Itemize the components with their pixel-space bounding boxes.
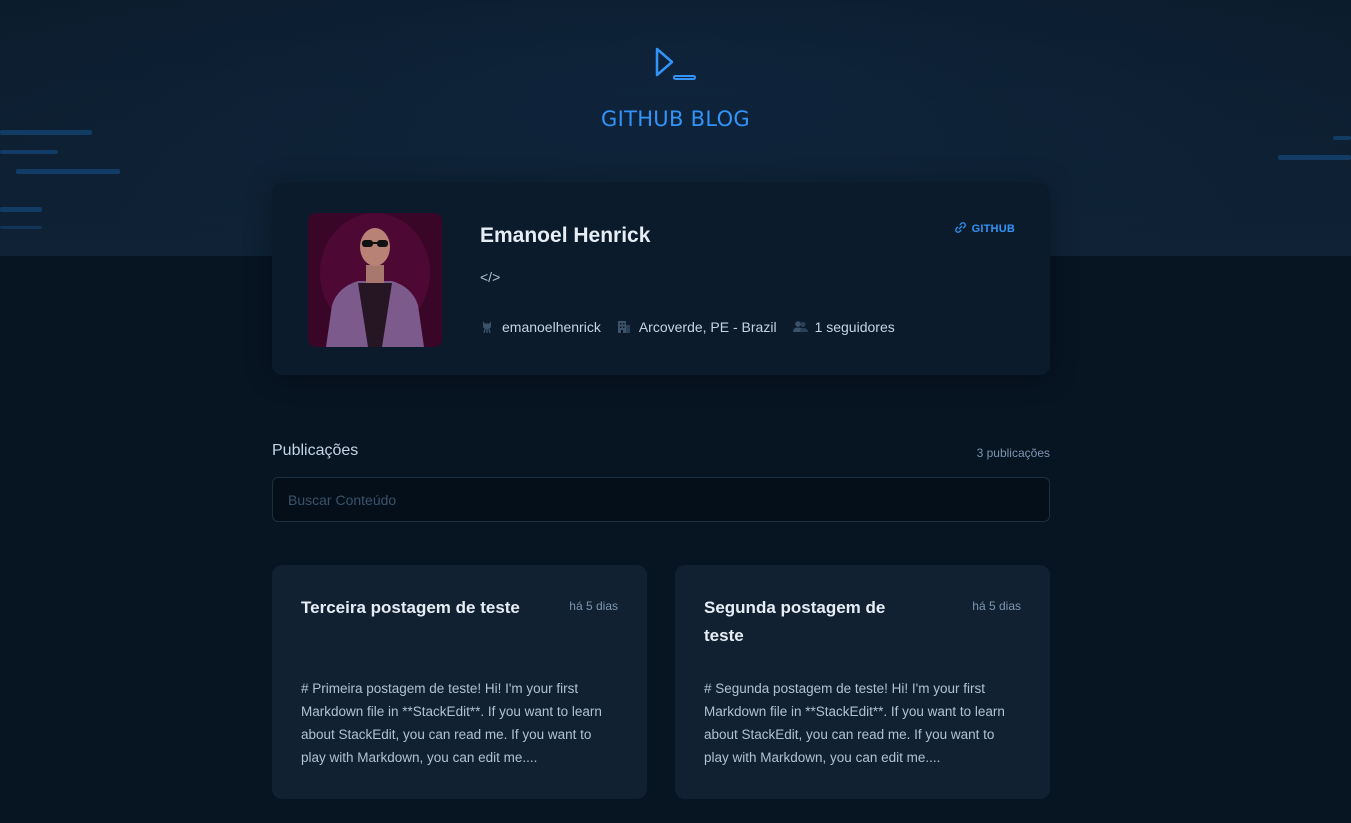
post-card[interactable]: Segunda postagem de teste há 5 dias # Se… — [675, 565, 1050, 799]
link-icon — [954, 221, 967, 237]
avatar — [308, 213, 442, 347]
brand: GITHUB BLOG — [0, 46, 1351, 131]
brand-title: GITHUB BLOG — [601, 107, 750, 131]
decor-line — [1278, 155, 1351, 160]
decor-line — [16, 169, 120, 174]
decor-line — [0, 207, 42, 212]
github-link[interactable]: GITHUB — [954, 221, 1015, 237]
post-title: Terceira postagem de teste — [301, 598, 520, 617]
profile-meta: emanoelhenrick Arcoverde, PE - Brazil 1 … — [480, 319, 895, 335]
followers-item: 1 seguidores — [792, 319, 895, 335]
users-icon — [792, 320, 808, 334]
decor-line — [0, 150, 58, 154]
building-icon — [617, 320, 631, 334]
post-date: há 5 dias — [972, 599, 1021, 613]
profile-bio: </> — [480, 269, 501, 285]
github-icon — [480, 320, 494, 334]
followers: 1 seguidores — [814, 319, 895, 335]
post-title: Segunda postagem de teste — [704, 598, 886, 645]
location: Arcoverde, PE - Brazil — [638, 319, 777, 335]
terminal-prompt-icon — [654, 46, 698, 86]
username: emanoelhenrick — [502, 319, 601, 335]
search-input[interactable] — [272, 477, 1050, 522]
post-excerpt: # Segunda postagem de teste! Hi! I'm you… — [704, 681, 1005, 765]
username-item: emanoelhenrick — [480, 319, 601, 335]
profile-name: Emanoel Henrick — [480, 224, 651, 247]
decor-line — [1333, 136, 1351, 140]
post-date: há 5 dias — [569, 599, 618, 613]
decor-line — [0, 226, 42, 229]
location-item: Arcoverde, PE - Brazil — [617, 319, 777, 335]
github-link-label: GITHUB — [971, 223, 1015, 235]
publications-title: Publicações — [272, 442, 359, 459]
publications-count: 3 publicações — [976, 446, 1050, 460]
post-excerpt: # Primeira postagem de teste! Hi! I'm yo… — [301, 681, 602, 765]
profile-card: Emanoel Henrick GITHUB </> emanoelhenric… — [272, 183, 1050, 375]
post-card[interactable]: Terceira postagem de teste há 5 dias # P… — [272, 565, 647, 799]
